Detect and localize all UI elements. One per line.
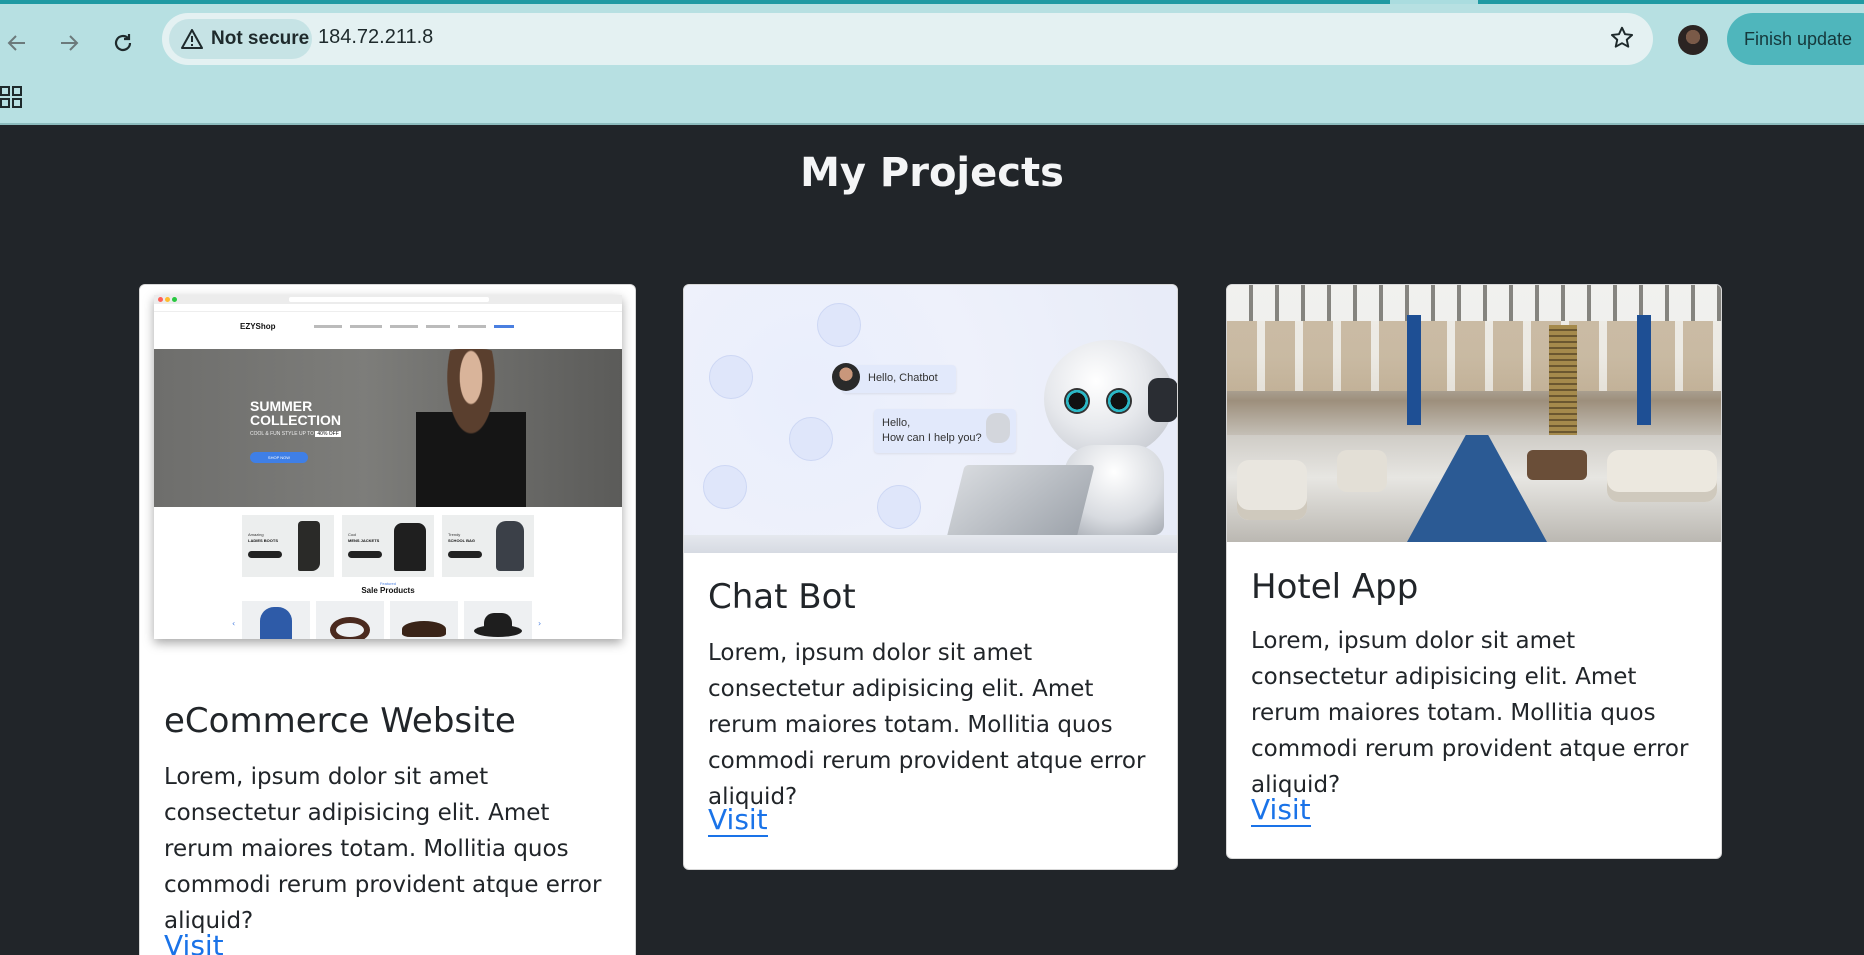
chat-bubble-bot: Hello, How can I help you? bbox=[874, 409, 1016, 453]
finish-update-button[interactable]: Finish update bbox=[1727, 13, 1864, 65]
preview-hero-line1: SUMMER bbox=[250, 398, 313, 414]
preview-next-icon: › bbox=[538, 619, 542, 628]
preview-shop-button: SHOP NOW bbox=[250, 452, 308, 463]
visit-link[interactable]: Visit bbox=[1251, 795, 1311, 827]
card-description: Lorem, ipsum dolor sit amet consectetur … bbox=[708, 640, 1146, 810]
security-indicator[interactable]: Not secure bbox=[169, 19, 312, 59]
security-label: Not secure bbox=[211, 28, 310, 49]
preview-hero: SUMMER COLLECTION COOL & FUN STYLE UP TO… bbox=[154, 349, 622, 507]
visit-link[interactable]: Visit bbox=[164, 931, 224, 955]
address-bar[interactable]: Not secure 184.72.211.8 bbox=[162, 13, 1653, 65]
preview-promo1-big: LADIES BOOTS bbox=[248, 538, 279, 543]
ecommerce-screenshot: EZYShop SUMMER COLLECTION COOL & FUN STY… bbox=[154, 295, 622, 639]
chat-bubble-user-text: Hello, Chatbot bbox=[868, 372, 938, 384]
preview-promo3-big: SCHOOL BAG bbox=[448, 538, 476, 543]
project-card-ecommerce: EZYShop SUMMER COLLECTION COOL & FUN STY… bbox=[139, 284, 636, 955]
chatbot-preview-image: Hello, Chatbot Hello, How can I help you… bbox=[684, 285, 1177, 553]
forward-button[interactable] bbox=[52, 26, 86, 60]
ecommerce-preview-image: EZYShop SUMMER COLLECTION COOL & FUN STY… bbox=[140, 285, 635, 665]
preview-promo2-small: Cool bbox=[348, 532, 357, 537]
chat-bubble-user: Hello, Chatbot bbox=[832, 363, 956, 393]
profile-avatar[interactable] bbox=[1678, 25, 1708, 55]
preview-hero-badge: 40% OFF bbox=[315, 431, 341, 437]
card-description: Lorem, ipsum dolor sit amet consectetur … bbox=[1251, 628, 1689, 798]
preview-hero-sub: COOL & FUN STYLE UP TO bbox=[250, 431, 314, 437]
reload-icon bbox=[114, 34, 132, 52]
preview-brand: EZYShop bbox=[240, 322, 276, 331]
reload-button[interactable] bbox=[106, 26, 140, 60]
browser-toolbar: Not secure 184.72.211.8 Finish update bbox=[0, 4, 1864, 125]
apps-grid-icon bbox=[0, 86, 22, 108]
preview-promo2-big: MENS JACKETS bbox=[348, 538, 380, 543]
card-title: Hotel App bbox=[1251, 567, 1419, 607]
url-text[interactable]: 184.72.211.8 bbox=[318, 26, 433, 49]
page-title: My Projects bbox=[800, 150, 1064, 196]
back-arrow-icon bbox=[7, 35, 25, 51]
hotel-preview-image bbox=[1227, 285, 1721, 542]
project-card-chatbot: Hello, Chatbot Hello, How can I help you… bbox=[683, 284, 1178, 870]
preview-promo3-small: Trendy bbox=[448, 532, 461, 537]
preview-hero-line2: COLLECTION bbox=[250, 412, 341, 428]
preview-prev-icon: ‹ bbox=[232, 619, 236, 628]
card-title: eCommerce Website bbox=[164, 701, 516, 741]
chat-bubble-bot-line1: Hello, bbox=[882, 417, 911, 429]
card-title: Chat Bot bbox=[708, 577, 856, 617]
apps-button[interactable] bbox=[0, 86, 24, 114]
back-button[interactable] bbox=[0, 26, 34, 60]
bookmark-button[interactable] bbox=[1609, 25, 1635, 55]
star-icon bbox=[1610, 26, 1634, 48]
chat-bubble-bot-line2: How can I help you? bbox=[882, 432, 982, 444]
robot-head bbox=[1044, 340, 1177, 458]
visit-link[interactable]: Visit bbox=[708, 805, 768, 837]
preview-promo1-small: Amazing bbox=[248, 532, 264, 537]
preview-section-title: Sale Products bbox=[361, 586, 415, 595]
warning-icon bbox=[181, 29, 203, 49]
project-card-hotel: Hotel App Lorem, ipsum dolor sit amet co… bbox=[1226, 284, 1722, 859]
card-description: Lorem, ipsum dolor sit amet consectetur … bbox=[164, 764, 602, 934]
forward-arrow-icon bbox=[61, 35, 79, 51]
